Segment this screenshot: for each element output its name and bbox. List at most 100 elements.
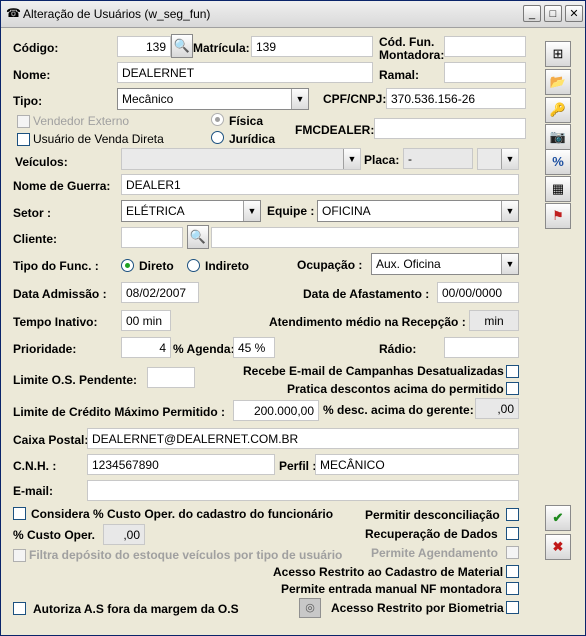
- permitir-desconciliacao-label: Permitir desconciliação: [365, 508, 500, 522]
- chevron-down-icon: ▼: [501, 201, 518, 221]
- color-card-button[interactable]: ▦: [545, 176, 571, 202]
- filtra-deposito-label: Filtra depósito do estoque veículos por …: [29, 548, 343, 562]
- key-icon: 🔑: [549, 102, 567, 117]
- codigo-field[interactable]: 139: [117, 36, 171, 57]
- matricula-field[interactable]: 139: [251, 36, 373, 57]
- venda-direta-checkbox[interactable]: [17, 133, 30, 146]
- vendedor-externo-checkbox[interactable]: [17, 115, 30, 128]
- pct-desc-gerente-label: % desc. acima do gerente:: [323, 403, 474, 417]
- pct-custo-oper-label: % Custo Oper.: [13, 528, 96, 542]
- limite-credito-label: Limite de Crédito Máximo Permitido :: [13, 405, 226, 419]
- pratica-descontos-label: Pratica descontos acima do permitido: [287, 382, 504, 396]
- prioridade-field[interactable]: 4: [121, 337, 171, 358]
- setor-label: Setor :: [13, 206, 52, 220]
- pct-desc-gerente-field[interactable]: ,00: [475, 398, 519, 419]
- cod-fun-montadora-field[interactable]: [444, 36, 526, 57]
- tipo-select[interactable]: Mecânico ▼: [117, 88, 309, 110]
- pct-agenda-field[interactable]: 45 %: [233, 337, 275, 358]
- add-record-button[interactable]: ⊞: [545, 41, 571, 67]
- limite-os-label: Limite O.S. Pendente:: [13, 373, 138, 387]
- cod-fun-label-2: Montadora:: [379, 48, 445, 62]
- confirm-button[interactable]: ✔: [545, 505, 571, 531]
- nome-field[interactable]: DEALERNET: [117, 62, 373, 83]
- nome-label: Nome:: [13, 68, 51, 82]
- flags-icon: ⚑: [552, 208, 564, 223]
- permite-agendamento-checkbox[interactable]: [506, 546, 519, 559]
- placa-uf-select[interactable]: ▼: [477, 148, 519, 170]
- tempo-inativo-field[interactable]: 00 min: [121, 310, 171, 331]
- considera-custo-checkbox[interactable]: [13, 507, 26, 520]
- chevron-down-icon: ▼: [243, 201, 260, 221]
- tipo-value: Mecânico: [122, 92, 174, 106]
- direto-radio[interactable]: [121, 259, 134, 272]
- maximize-button[interactable]: □: [544, 5, 562, 22]
- acesso-material-checkbox[interactable]: [506, 565, 519, 578]
- filtra-deposito-checkbox[interactable]: [13, 549, 26, 562]
- caixa-postal-field[interactable]: DEALERNET@DEALERNET.COM.BR: [87, 428, 519, 449]
- caixa-postal-label: Caixa Postal:: [13, 433, 89, 447]
- pratica-descontos-checkbox[interactable]: [506, 382, 519, 395]
- indireto-radio[interactable]: [187, 259, 200, 272]
- direto-label: Direto: [139, 259, 174, 273]
- equipe-value: OFICINA: [322, 204, 371, 218]
- cliente-name-field[interactable]: [211, 227, 519, 248]
- minimize-button[interactable]: _: [523, 5, 541, 22]
- permitir-desconciliacao-checkbox[interactable]: [506, 508, 519, 521]
- placa-label: Placa:: [364, 153, 400, 167]
- data-admissao-label: Data Admissão :: [13, 287, 107, 301]
- fmcdealer-field[interactable]: [374, 118, 526, 139]
- autoriza-as-checkbox[interactable]: [13, 602, 26, 615]
- pct-custo-oper-field[interactable]: ,00: [103, 524, 145, 545]
- nome-guerra-field[interactable]: DEALER1: [121, 174, 519, 195]
- juridica-radio[interactable]: [211, 131, 224, 144]
- nome-guerra-label: Nome de Guerra:: [13, 179, 111, 193]
- atendimento-medio-field[interactable]: min: [469, 310, 519, 331]
- check-icon: ✔: [552, 510, 564, 525]
- acesso-biometria-checkbox[interactable]: [506, 601, 519, 614]
- perfil-field[interactable]: MECÂNICO: [315, 454, 519, 475]
- permite-nf-checkbox[interactable]: [506, 582, 519, 595]
- permite-agendamento-label: Permite Agendamento: [371, 546, 498, 560]
- equipe-select[interactable]: OFICINA ▼: [317, 200, 519, 222]
- limite-os-field[interactable]: [147, 367, 195, 388]
- setor-select[interactable]: ELÉTRICA ▼: [121, 200, 261, 222]
- radio-field[interactable]: [444, 337, 519, 358]
- open-folder-button[interactable]: 📂: [545, 69, 571, 95]
- fmcdealer-label: FMCDEALER:: [295, 123, 375, 137]
- search-codigo-button[interactable]: 🔍: [171, 34, 193, 58]
- email-field[interactable]: [87, 480, 519, 501]
- key-button[interactable]: 🔑: [545, 97, 571, 123]
- percent-button[interactable]: %: [545, 149, 571, 175]
- placa-field[interactable]: -: [403, 148, 473, 169]
- cod-fun-label-1: Cód. Fun.: [379, 35, 435, 49]
- veiculos-select[interactable]: ▼: [121, 148, 361, 170]
- cpf-cnpj-label: CPF/CNPJ:: [323, 92, 387, 106]
- flags-button[interactable]: ⚑: [545, 203, 571, 229]
- search-cliente-button[interactable]: 🔍: [187, 225, 209, 249]
- camera-button[interactable]: 📷: [545, 124, 571, 150]
- close-button[interactable]: ✕: [565, 5, 583, 22]
- cliente-code-field[interactable]: [121, 227, 183, 248]
- recebe-email-label: Recebe E-mail de Campanhas Desatualizada…: [243, 364, 504, 378]
- data-admissao-field[interactable]: 08/02/2007: [121, 282, 199, 303]
- fisica-radio[interactable]: [211, 113, 224, 126]
- acesso-material-label: Acesso Restrito ao Cadastro de Material: [273, 565, 504, 579]
- perfil-label: Perfil :: [279, 459, 317, 473]
- data-afastamento-field[interactable]: 00/00/0000: [437, 282, 519, 303]
- cancel-button[interactable]: ✖: [545, 534, 571, 560]
- setor-value: ELÉTRICA: [126, 204, 185, 218]
- ocupacao-select[interactable]: Aux. Oficina ▼: [371, 253, 519, 275]
- data-afastamento-label: Data de Afastamento :: [303, 287, 430, 301]
- recuperacao-dados-label: Recuperação de Dados: [365, 527, 498, 541]
- cpf-cnpj-field[interactable]: 370.536.156-26: [386, 88, 526, 109]
- recuperacao-dados-checkbox[interactable]: [506, 527, 519, 540]
- autoriza-as-label: Autoriza A.S fora da margem da O.S: [33, 602, 239, 616]
- ramal-field[interactable]: [444, 62, 526, 83]
- fingerprint-icon[interactable]: ◎: [299, 598, 321, 618]
- user-edit-window: ☎ Alteração de Usuários (w_seg_fun) _ □ …: [0, 0, 586, 636]
- considera-custo-label: Considera % Custo Oper. do cadastro do f…: [31, 507, 334, 521]
- limite-credito-field[interactable]: 200.000,00: [233, 400, 319, 421]
- acesso-biometria-label: Acesso Restrito por Biometria: [331, 601, 504, 615]
- recebe-email-checkbox[interactable]: [506, 365, 519, 378]
- cnh-field[interactable]: 1234567890: [87, 454, 275, 475]
